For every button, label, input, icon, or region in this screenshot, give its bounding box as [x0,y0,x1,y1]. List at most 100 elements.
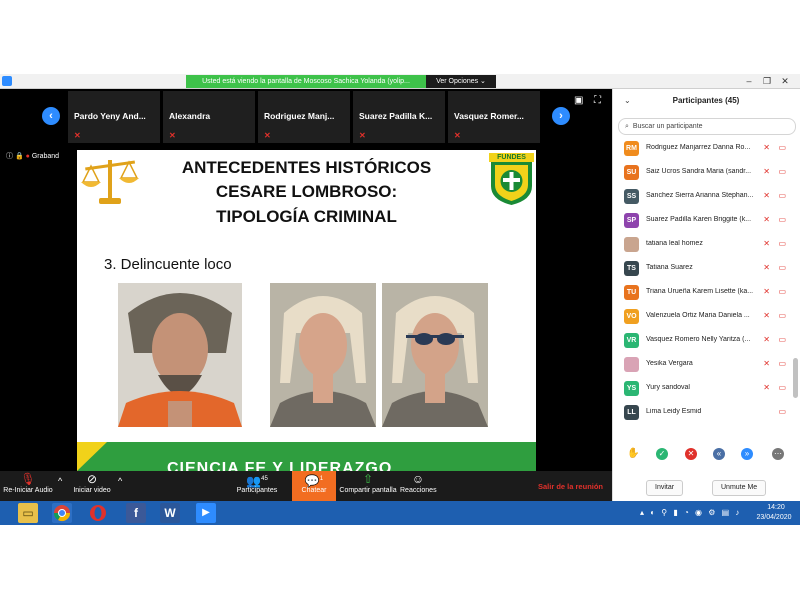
more-icon[interactable]: ⋯ [772,448,784,460]
hide-video-panel-icon[interactable]: ▣ [574,95,583,106]
participant-row[interactable]: TS Tatiana Suarez ✕ ▭ [618,257,794,281]
muted-mic-icon: ✕ [763,167,770,176]
reactions-button[interactable]: ☺ Reacciones [400,471,437,501]
panel-scrollbar[interactable] [793,358,798,398]
search-icon: ⌕ [625,123,629,130]
close-icon[interactable]: ✕ [778,75,792,87]
minimize-icon[interactable]: – [742,75,756,87]
chrome-logo-icon [53,505,71,522]
file-explorer-icon[interactable]: ▭ [18,503,38,523]
maximize-icon[interactable]: ❐ [760,75,774,87]
video-thumbnail[interactable]: Rodriguez Manj... ✕ [258,91,350,143]
participant-row[interactable]: SP Suarez Padilla Karen Briggite (k... ✕… [618,209,794,233]
thumbnails-prev-button[interactable]: ‹ [42,107,60,125]
view-options-button[interactable]: Ver Opciones ⌄ [426,75,496,88]
muted-mic-icon: ✕ [763,191,770,200]
participant-search-input[interactable]: ⌕ Buscar un participante [618,118,796,135]
avatar: TS [624,261,639,276]
chrome-icon[interactable] [52,503,72,523]
share-screen-icon: ⇧ [362,472,374,486]
word-icon[interactable]: W [160,503,180,523]
search-placeholder: Buscar un participante [632,123,703,130]
reactions-icon: ☺ [411,472,425,486]
video-thumbnail[interactable]: Alexandra ✕ [163,91,255,143]
no-icon[interactable]: ✕ [685,448,697,460]
participant-row[interactable]: YS Yury sandoval ✕ ▭ [618,377,794,401]
video-thumbnail[interactable]: Suarez Padilla K... ✕ [353,91,445,143]
facebook-icon[interactable]: f [126,503,146,523]
taskbar-clock-date[interactable]: 23/04/2020 [750,514,798,521]
avatar: SU [624,165,639,180]
invite-button[interactable]: Invitar [646,480,684,496]
video-off-icon: ▭ [778,143,786,152]
participant-row[interactable]: VR Vasquez Romero Nelly Yaritza (... ✕ ▭ [618,329,794,353]
share-screen-button[interactable]: ⇧ Compartir pantalla [338,471,398,501]
video-off-icon: ▭ [778,167,786,176]
participant-row[interactable]: tatiana leal homez ✕ ▭ [618,233,794,257]
audio-options-chevron-icon[interactable]: ^ [58,476,62,486]
system-tray-icons[interactable]: ▴ ◐ ⚲ ▮ ◔ ◉ ⚙ ▤ ♪ [640,508,741,517]
muted-mic-icon: ✕ [763,215,770,224]
avatar-photo [624,237,639,252]
avatar: VR [624,333,639,348]
info-icon[interactable]: ⓘ [6,153,13,160]
avatar: VO [624,309,639,324]
participant-row[interactable]: RM Rodriguez Manjarrez Danna Ro... ✕ ▭ [618,137,794,161]
participant-row[interactable]: SU Saiz Ucros Sandra Maria (sandr... ✕ ▭ [618,161,794,185]
taskbar-clock-time[interactable]: 14:20 [754,504,798,511]
fundes-logo: FUNDES [489,153,534,205]
muted-mic-icon: ✕ [763,359,770,368]
thumbnails-next-button[interactable]: › [552,107,570,125]
video-options-chevron-icon[interactable]: ^ [118,476,122,486]
opera-icon[interactable] [88,503,108,523]
video-off-icon: ▭ [778,287,786,296]
participants-button[interactable]: 👥45 Participantes [234,471,280,501]
muted-mic-icon: ✕ [763,239,770,248]
video-off-icon: ▭ [778,359,786,368]
leave-meeting-button[interactable]: Salir de la reunión [538,482,603,491]
raise-hand-icon[interactable]: ✋ [627,448,639,460]
participant-row[interactable]: Yesika Vergara ✕ ▭ [618,353,794,377]
participant-name: Vasquez Romero Nelly Yaritza (... [646,336,751,343]
mugshot-photo-1 [118,283,242,427]
video-label: Iniciar video [73,487,111,494]
yes-icon[interactable]: ✓ [656,448,668,460]
recording-indicator: ⓘ 🔒 ● Graband [6,151,59,161]
participant-row[interactable]: TU Triana Urueña Karem Lisette (ka... ✕ … [618,281,794,305]
opera-logo-icon [90,505,106,521]
participant-name: Triana Urueña Karem Lisette (ka... [646,288,754,295]
video-thumbnail[interactable]: Pardo Yeny And... ✕ [68,91,160,143]
go-faster-icon[interactable]: » [741,448,753,460]
participant-name: Lima Leidy Esmid [646,408,702,415]
chat-button[interactable]: 💬1 Chatear [292,471,336,501]
fundes-logo-text: FUNDES [489,153,534,162]
participant-row[interactable]: SS Sanchez Sierra Arianna Stephan... ✕ ▭ [618,185,794,209]
muted-mic-icon: ✕ [169,131,176,140]
participant-name: Valenzuela Ortiz Maria Daniela ... [646,312,750,319]
thumbnail-name: Alexandra [169,111,211,121]
video-button[interactable]: ⊘ Iniciar video [70,471,114,501]
audio-label: Re-Iniciar Audio [3,487,53,494]
audio-button[interactable]: 🎙 Re-Iniciar Audio [0,471,56,501]
go-slower-icon[interactable]: « [713,448,725,460]
thumbnail-name: Pardo Yeny And... [74,111,146,121]
zoom-app-icon[interactable]: ▶ [196,503,216,523]
reactions-label: Reacciones [400,487,437,494]
muted-mic-icon: ✕ [763,335,770,344]
slide-title-line-2: CESARE LOMBROSO: [215,182,398,201]
video-off-icon: ▭ [778,311,786,320]
avatar: RM [624,141,639,156]
recording-label: Graband [31,153,60,160]
video-thumbnail[interactable]: Vasquez Romer... ✕ [448,91,540,143]
mugshot-photo-2 [270,283,376,427]
unmute-me-button[interactable]: Unmute Me [712,480,767,496]
fullscreen-icon[interactable]: ⛶ [594,95,601,106]
participant-name: tatiana leal homez [646,240,703,247]
participant-row[interactable]: LL Lima Leidy Esmid ▭ [618,401,794,425]
thumbnail-name: Rodriguez Manj... [264,111,335,121]
mugshot-photo-3 [382,283,488,427]
video-off-icon: ▭ [778,383,786,392]
participant-row[interactable]: VO Valenzuela Ortiz Maria Daniela ... ✕ … [618,305,794,329]
share-screen-label: Compartir pantalla [339,487,397,494]
video-off-icon: ⊘ [86,472,98,486]
